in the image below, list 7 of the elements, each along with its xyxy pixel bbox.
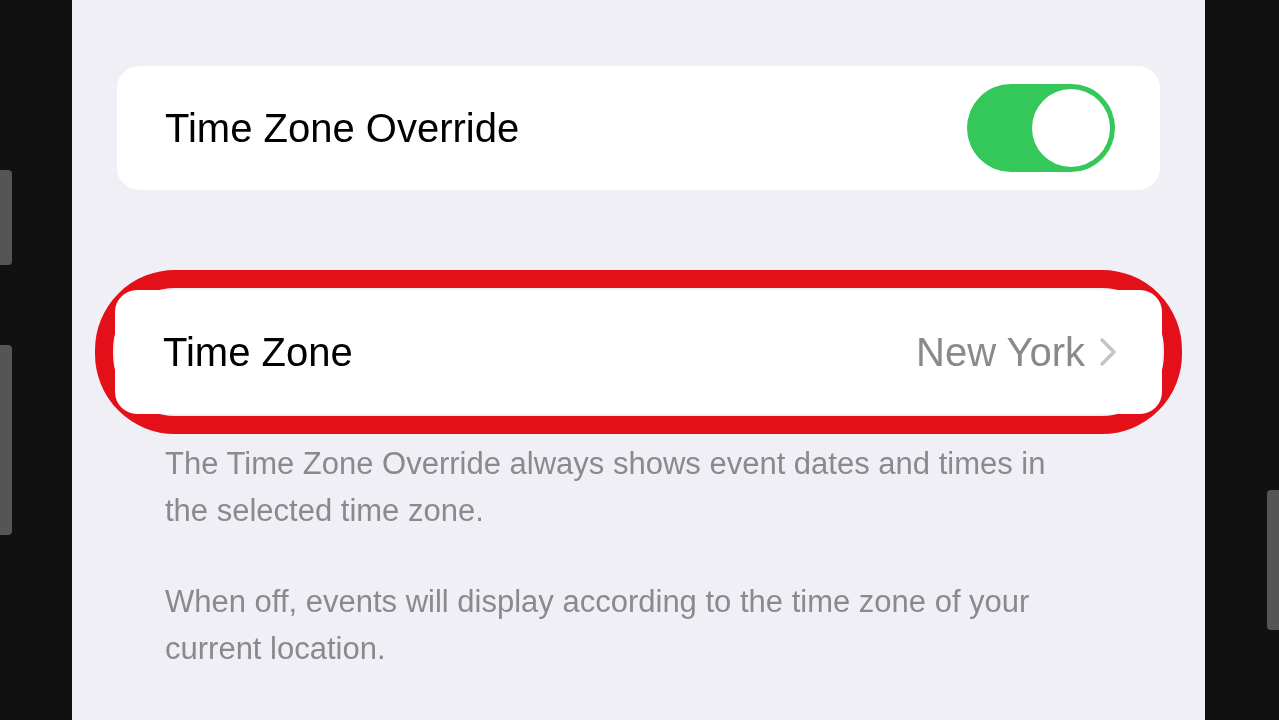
row-label: Time Zone: [163, 329, 353, 376]
chevron-icon: [1099, 337, 1117, 367]
footer-text: The Time Zone Override always shows event dates and times in the selected time zone.: [165, 445, 1047, 530]
settings-row[interactable]: Time Zone New York: [115, 290, 1162, 414]
footer-text: When off, events will display according to the time zone of your current location.: [165, 583, 1031, 668]
row-label: Time Zone Override: [165, 105, 520, 152]
row-value: New York: [916, 329, 1085, 376]
